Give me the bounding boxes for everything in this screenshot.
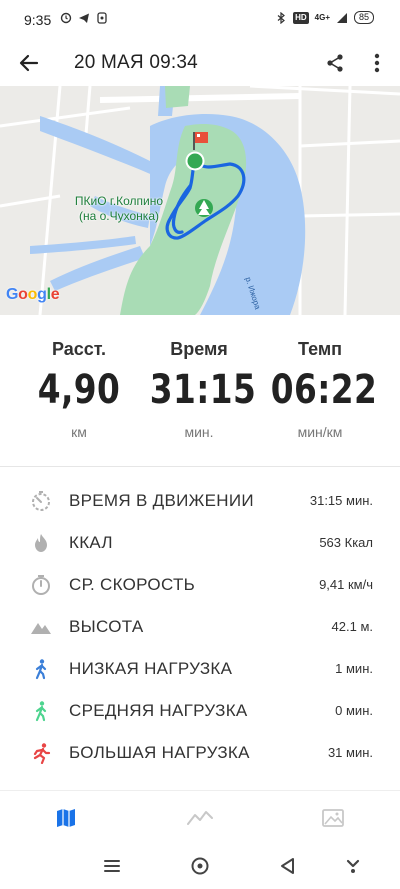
- detail-value: 563 Ккал: [319, 535, 373, 550]
- menu-nav-button[interactable]: [97, 853, 127, 879]
- share-icon: [327, 54, 343, 72]
- pace-stat: Темп 06:22 мин/км: [260, 339, 380, 440]
- route-map[interactable]: ПКиО г.Колпино (на о.Чухонка) р. Ижора G…: [0, 86, 400, 315]
- arrow-left-icon: [19, 54, 39, 72]
- app-notification-icon: [97, 12, 107, 24]
- photo-tab[interactable]: [313, 803, 353, 833]
- detail-label: НИЗКАЯ НАГРУЗКА: [69, 659, 233, 678]
- back-button[interactable]: [14, 48, 44, 78]
- detail-label: ВРЕМЯ В ДВИЖЕНИИ: [69, 491, 254, 510]
- pace-label: Темп: [297, 339, 343, 359]
- home-circle-icon: [191, 857, 209, 875]
- summary-stats: Расст. 4,90 км Время 31:15 мин. Темп 06:…: [0, 315, 400, 465]
- system-navigation-bar: [0, 843, 400, 889]
- time-stat: Время 31:15 мин.: [139, 339, 259, 440]
- time-value: 31:15: [149, 367, 257, 413]
- flame-icon: [30, 532, 52, 554]
- stopwatch-dashed-icon: [30, 490, 52, 512]
- distance-value: 4,90: [37, 367, 121, 413]
- app-header: 20 МАЯ 09:34: [0, 40, 400, 86]
- park-label-line2: (на о.Чухонка): [79, 209, 159, 223]
- detail-value: 9,41 км/ч: [319, 577, 373, 592]
- detail-row-altitude: ВЫСОТА 42.1 м.: [0, 606, 400, 648]
- detail-row-moving-time: ВРЕМЯ В ДВИЖЕНИИ 31:15 мин.: [0, 480, 400, 522]
- pace-value: 06:22: [270, 367, 378, 413]
- battery-indicator: 85: [353, 11, 374, 24]
- distance-label: Расст.: [51, 339, 107, 359]
- park-label-line1: ПКиО г.Колпино: [74, 194, 164, 208]
- detail-value: 42.1 м.: [331, 619, 373, 634]
- detail-label: ККАЛ: [69, 533, 113, 552]
- detail-row-calories: ККАЛ 563 Ккал: [0, 522, 400, 564]
- status-bar: 9:35 HD 4G+ 85: [0, 0, 400, 40]
- hamburger-icon: [104, 860, 120, 872]
- chart-tab[interactable]: [180, 803, 220, 833]
- share-button[interactable]: [320, 48, 350, 78]
- telegram-icon: [79, 13, 89, 23]
- detail-value: 31 мин.: [327, 745, 373, 760]
- detail-row-high-load: БОЛЬШАЯ НАГРУЗКА 31 мин.: [0, 732, 400, 774]
- detail-label: БОЛЬШАЯ НАГРУЗКА: [69, 743, 250, 762]
- page-title: 20 МАЯ 09:34: [74, 52, 198, 73]
- chevron-down-icon: [346, 859, 360, 873]
- line-chart-icon: [187, 811, 213, 825]
- bottom-tab-bar: [0, 790, 400, 840]
- detail-value: 1 мин.: [335, 661, 373, 676]
- detail-label: ВЫСОТА: [69, 617, 144, 636]
- summary-divider: [0, 466, 400, 467]
- status-right-icons: HD 4G+ 85: [275, 11, 374, 24]
- bluetooth-icon: [277, 11, 286, 24]
- signal-icon: [336, 12, 347, 23]
- park-label: ПКиО г.Колпино (на о.Чухонка): [72, 194, 166, 224]
- back-nav-button[interactable]: [273, 853, 303, 879]
- home-nav-button[interactable]: [185, 853, 215, 879]
- detail-value: 31:15 мин.: [309, 493, 373, 508]
- mountain-icon: [30, 616, 52, 638]
- map-icon: [57, 809, 75, 827]
- running-person-icon: [30, 742, 52, 764]
- hd-badge: HD: [293, 11, 309, 24]
- google-logo: Google: [6, 286, 60, 303]
- walking-person-icon: [30, 658, 52, 680]
- hide-nav-button[interactable]: [338, 853, 368, 879]
- status-notification-icons: [60, 12, 108, 24]
- pace-unit: мин/км: [297, 424, 343, 440]
- map-canvas: [0, 86, 400, 315]
- detail-row-low-load: НИЗКАЯ НАГРУЗКА 1 мин.: [0, 648, 400, 690]
- time-unit: мин.: [184, 424, 214, 440]
- map-tab[interactable]: [46, 803, 86, 833]
- distance-stat: Расст. 4,90 км: [19, 339, 139, 440]
- network-type: 4G+: [314, 13, 330, 22]
- stopwatch-icon: [30, 574, 52, 596]
- detail-row-medium-load: СРЕДНЯЯ НАГРУЗКА 0 мин.: [0, 690, 400, 732]
- distance-unit: км: [71, 424, 87, 440]
- detail-label: СРЕДНЯЯ НАГРУЗКА: [69, 701, 248, 720]
- more-options-button[interactable]: [362, 48, 392, 78]
- time-label: Время: [170, 339, 228, 359]
- walking-person-icon: [30, 700, 52, 722]
- status-time: 9:35: [24, 12, 52, 28]
- detail-row-avg-speed: СР. СКОРОСТЬ 9,41 км/ч: [0, 564, 400, 606]
- detail-value: 0 мин.: [335, 703, 373, 718]
- more-vertical-icon: [374, 53, 380, 73]
- detail-label: СР. СКОРОСТЬ: [69, 575, 196, 594]
- image-icon: [322, 809, 344, 827]
- alarm-icon: [60, 12, 72, 24]
- triangle-back-icon: [281, 858, 294, 874]
